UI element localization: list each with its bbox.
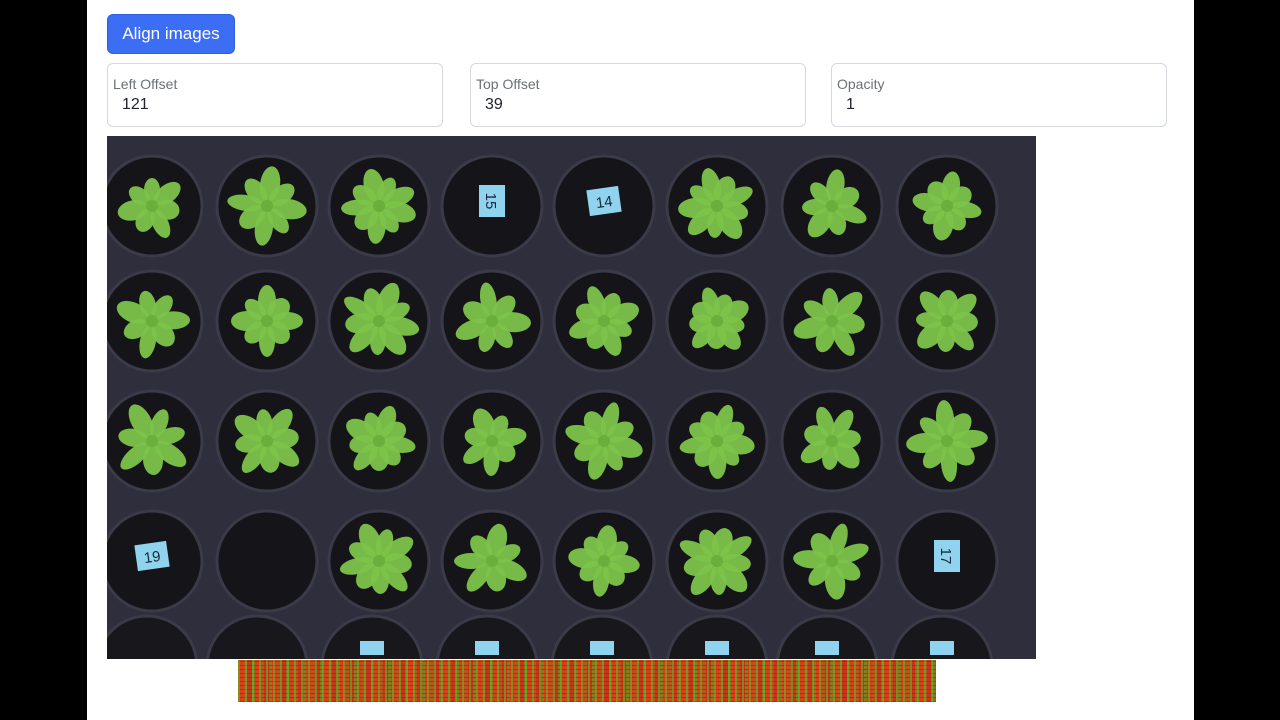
top-offset-field[interactable]: Top Offset 39 — [470, 63, 806, 127]
pot-label-tag: 19 — [134, 540, 170, 572]
pot-label-tag — [930, 641, 954, 655]
pot-label-tag: 14 — [586, 185, 622, 217]
pot-label-tag — [705, 641, 729, 655]
svg-text:14: 14 — [595, 193, 614, 212]
left-offset-label: Left Offset — [113, 76, 178, 92]
top-offset-label: Top Offset — [476, 76, 540, 92]
top-offset-value[interactable]: 39 — [485, 96, 503, 114]
align-images-button[interactable]: Align images — [107, 14, 235, 54]
opacity-label: Opacity — [837, 76, 885, 92]
plant-tray-image: 15 14 19 17 — [107, 136, 1036, 659]
page: Align images Left Offset 121 Top Offset … — [87, 0, 1194, 720]
svg-text:19: 19 — [143, 548, 162, 567]
rosette-plant — [916, 290, 978, 352]
pot-label-tag — [475, 641, 499, 655]
pot-label-tag — [360, 641, 384, 655]
svg-text:17: 17 — [937, 548, 954, 565]
overlay-image-strip — [238, 660, 936, 702]
plant-tray-svg: 15 14 19 17 — [107, 136, 1036, 659]
pot-label-tag: 17 — [934, 540, 960, 572]
opacity-value[interactable]: 1 — [846, 96, 855, 114]
pot-label-tag — [815, 641, 839, 655]
pot-label-tag: 15 — [479, 185, 505, 217]
plant-pot — [215, 509, 319, 613]
left-offset-field[interactable]: Left Offset 121 — [107, 63, 443, 127]
pot-label-tag — [590, 641, 614, 655]
svg-text:15: 15 — [482, 193, 499, 210]
opacity-field[interactable]: Opacity 1 — [831, 63, 1167, 127]
left-offset-value[interactable]: 121 — [122, 96, 149, 114]
